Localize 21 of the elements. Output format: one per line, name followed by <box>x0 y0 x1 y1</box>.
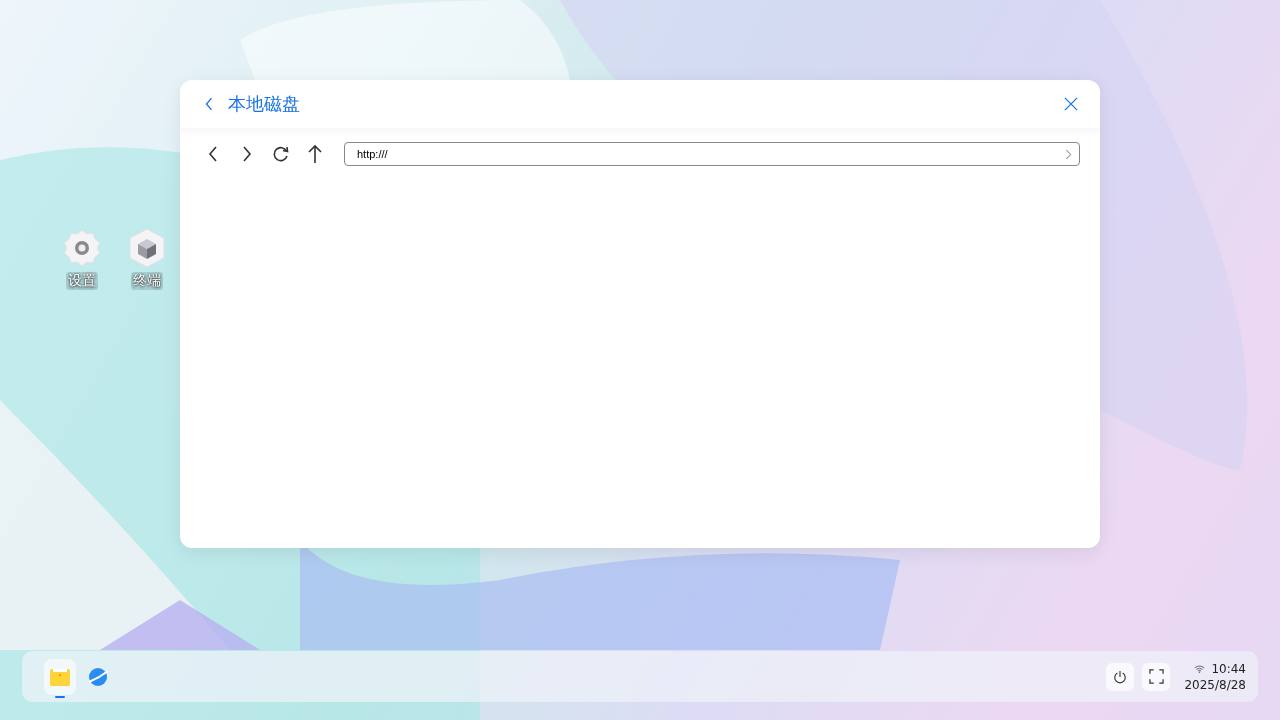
window-title: 本地磁盘 <box>228 92 300 116</box>
address-field[interactable]: http:/// <box>344 142 1080 166</box>
close-button[interactable] <box>1062 95 1080 113</box>
gear-icon[interactable] <box>62 228 102 268</box>
go-icon[interactable] <box>1065 149 1072 160</box>
clock-time: 10:44 <box>1211 661 1246 676</box>
up-arrow-icon <box>307 144 323 164</box>
folder-icon <box>49 666 71 687</box>
back-icon <box>204 97 214 111</box>
fullscreen-icon <box>1148 669 1164 684</box>
chevron-right-icon <box>241 145 253 163</box>
chevron-left-icon <box>207 145 219 163</box>
power-icon <box>1113 669 1128 684</box>
fullscreen-button[interactable] <box>1142 662 1171 691</box>
refresh-icon <box>272 145 290 163</box>
clock-date: 2025/8/28 <box>1184 677 1246 692</box>
power-button[interactable] <box>1106 662 1135 691</box>
cube-icon[interactable] <box>127 228 167 268</box>
wifi-icon <box>1194 664 1206 673</box>
globe-icon <box>87 665 109 688</box>
close-icon <box>1064 97 1078 111</box>
